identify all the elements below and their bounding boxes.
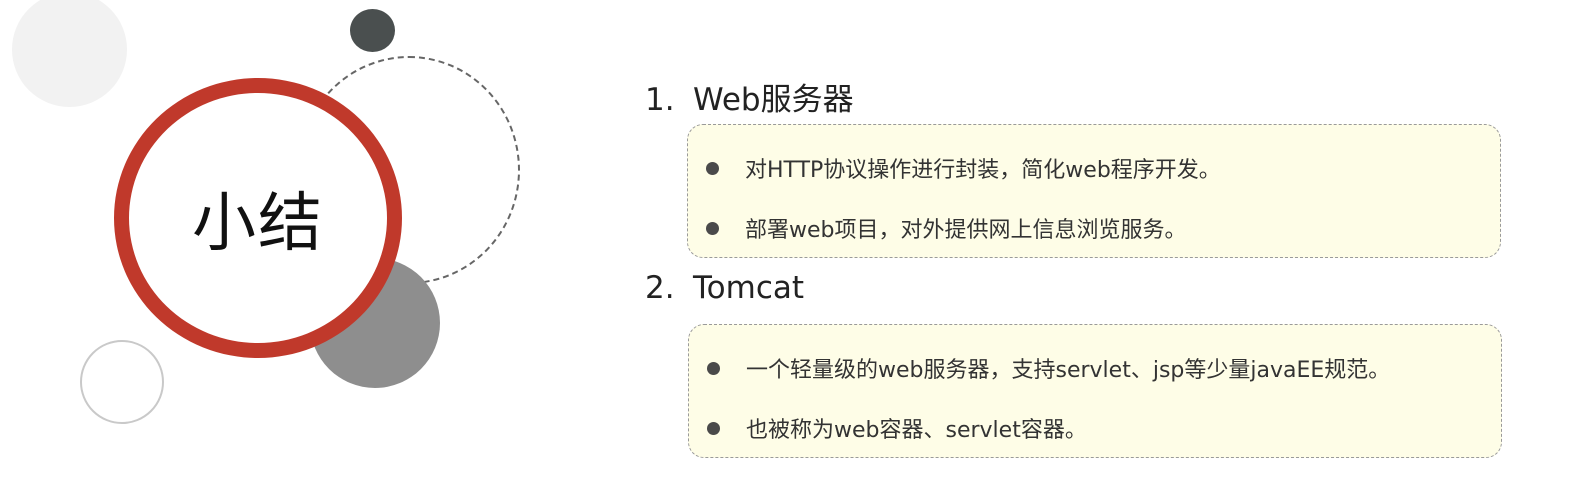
- section-title: Web服务器: [693, 82, 854, 118]
- section-title: Tomcat: [693, 270, 805, 306]
- section-box-web-server: 对HTTP协议操作进行封装，简化web程序开发。 部署web项目，对外提供网上信…: [687, 124, 1501, 258]
- decorative-light-circle: [12, 0, 127, 107]
- decorative-dark-circle: [350, 9, 395, 52]
- list-item-text: 部署web项目，对外提供网上信息浏览服务。: [745, 218, 1187, 243]
- list-item: 对HTTP协议操作进行封装，简化web程序开发。: [706, 152, 1221, 184]
- section-number: 1.: [645, 82, 675, 118]
- list-item-text: 对HTTP协议操作进行封装，简化web程序开发。: [745, 158, 1221, 183]
- bullet-dot-icon: [706, 221, 719, 235]
- list-item: 也被称为web容器、servlet容器。: [707, 412, 1087, 444]
- list-item-text: 也被称为web容器、servlet容器。: [746, 418, 1087, 443]
- bullet-dot-icon: [707, 361, 720, 375]
- title-ring: 小结: [114, 78, 402, 358]
- bullet-dot-icon: [706, 161, 719, 175]
- section-heading-web-server: 1. Web服务器: [645, 74, 854, 119]
- section-box-tomcat: 一个轻量级的web服务器，支持servlet、jsp等少量javaEE规范。 也…: [688, 324, 1502, 458]
- list-item-text: 一个轻量级的web服务器，支持servlet、jsp等少量javaEE规范。: [746, 358, 1391, 383]
- slide-title: 小结: [192, 187, 324, 261]
- bullet-dot-icon: [707, 421, 720, 435]
- list-item: 部署web项目，对外提供网上信息浏览服务。: [706, 212, 1187, 244]
- section-heading-tomcat: 2. Tomcat: [645, 270, 804, 306]
- decorative-outline-circle: [80, 340, 164, 424]
- section-number: 2.: [645, 270, 675, 306]
- list-item: 一个轻量级的web服务器，支持servlet、jsp等少量javaEE规范。: [707, 352, 1390, 384]
